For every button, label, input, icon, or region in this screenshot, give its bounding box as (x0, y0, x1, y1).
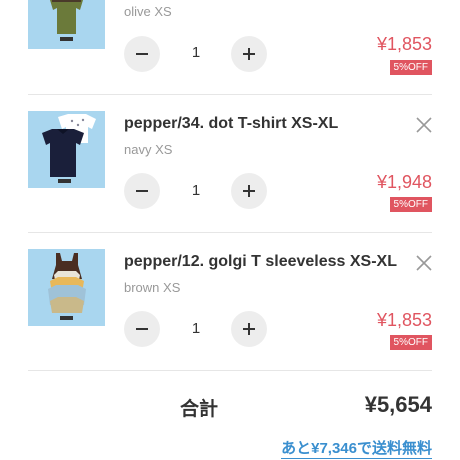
increment-button[interactable] (231, 173, 267, 209)
total-value: ¥5,654 (364, 392, 432, 417)
product-thumbnail[interactable] (28, 0, 105, 49)
product-name[interactable]: pepper/34. dot T-shirt XS-XL (124, 115, 338, 133)
item-price: ¥1,853 (376, 34, 432, 54)
item-price: ¥1,948 (376, 172, 432, 192)
total-label: 合計 (180, 399, 219, 420)
product-thumbnail[interactable] (28, 249, 105, 326)
variant-label: brown XS (124, 280, 181, 295)
decrement-button[interactable] (124, 173, 160, 209)
product-name[interactable]: pepper/12. golgi T sleeveless XS-XL (124, 253, 397, 271)
cart-item: pepper/12. golgi T sleeveless XS-XL brow… (0, 233, 460, 370)
close-icon (416, 255, 432, 271)
increment-button[interactable] (231, 36, 267, 72)
minus-icon (136, 328, 148, 330)
remove-item-button[interactable] (414, 115, 434, 135)
increment-button[interactable] (231, 311, 267, 347)
minus-icon (136, 190, 148, 192)
minus-icon (136, 53, 148, 55)
discount-badge: 5%OFF (389, 335, 432, 350)
variant-label: navy XS (124, 142, 173, 157)
plus-icon (243, 48, 255, 60)
cart-item: olive XS 1 ¥1,853 5%OFF (0, 0, 460, 94)
quantity-value[interactable]: 1 (181, 44, 211, 61)
product-thumbnail[interactable] (28, 111, 105, 188)
cart-item: pepper/34. dot T-shirt XS-XL navy XS 1 ¥… (0, 95, 460, 232)
variant-label: olive XS (124, 4, 172, 19)
free-shipping-link[interactable]: あと¥7,346で送料無料 (281, 437, 432, 459)
discount-badge: 5%OFF (389, 197, 432, 212)
divider (28, 370, 432, 371)
discount-badge: 5%OFF (389, 60, 432, 75)
plus-icon (243, 323, 255, 335)
close-icon (416, 117, 432, 133)
item-price: ¥1,853 (376, 310, 432, 330)
decrement-button[interactable] (124, 36, 160, 72)
plus-icon (243, 185, 255, 197)
decrement-button[interactable] (124, 311, 160, 347)
quantity-value[interactable]: 1 (181, 320, 211, 337)
quantity-value[interactable]: 1 (181, 182, 211, 199)
remove-item-button[interactable] (414, 253, 434, 273)
